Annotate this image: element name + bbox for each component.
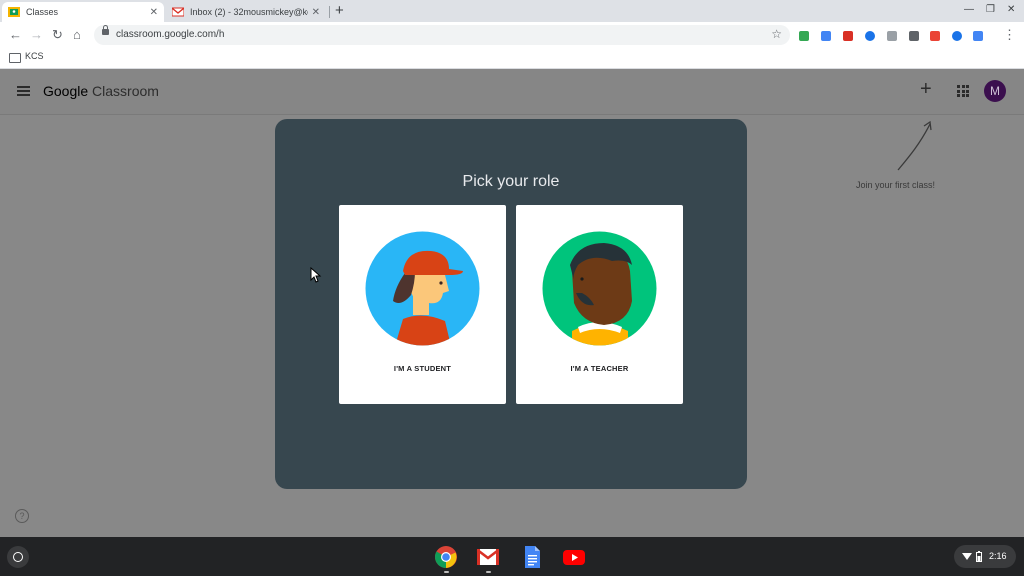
restore-icon[interactable]: ❐: [986, 4, 995, 15]
youtube-icon[interactable]: [562, 545, 586, 569]
bookmark-kcs[interactable]: KCS: [25, 51, 44, 61]
avatar[interactable]: M: [984, 80, 1006, 102]
student-role-card[interactable]: I'M A STUDENT: [339, 205, 506, 404]
new-tab-icon[interactable]: +: [335, 2, 344, 19]
logo-google: Google: [43, 83, 89, 99]
google-apps-icon[interactable]: [957, 85, 969, 97]
docs-icon[interactable]: [520, 545, 544, 569]
gmail-running-indicator: [486, 571, 491, 573]
hint-arrow-icon: [897, 120, 932, 171]
teacher-illustration: [542, 231, 657, 346]
join-class-hint: Join your first class!: [856, 180, 936, 190]
tab-divider: [329, 6, 330, 18]
bookmarks-bar: KCS: [0, 48, 1024, 69]
tab-title: Classes: [26, 7, 59, 17]
tab-classes[interactable]: Classes ✕: [2, 2, 164, 22]
drive-extension-icon[interactable]: [799, 31, 809, 41]
extension-icon[interactable]: [930, 31, 940, 41]
student-role-label: I'M A STUDENT: [393, 364, 452, 373]
battery-icon: [976, 551, 982, 562]
dialog-title: Pick your role: [462, 173, 560, 190]
extension-icon[interactable]: [821, 31, 831, 41]
tab-strip: Classes ✕ Inbox (2) - 32mousmickey@kent …: [0, 0, 1024, 22]
close-tab-icon[interactable]: ✕: [312, 7, 320, 18]
reload-icon[interactable]: ↻: [52, 27, 63, 43]
tab-inbox[interactable]: Inbox (2) - 32mousmickey@kent ✕: [166, 2, 326, 22]
bookmark-star-icon[interactable]: ☆: [771, 27, 782, 41]
shield-extension-icon[interactable]: [865, 31, 875, 41]
gmail-favicon-icon: [172, 7, 184, 17]
launcher-icon[interactable]: [7, 546, 29, 568]
tab-title: Inbox (2) - 32mousmickey@kent: [190, 7, 308, 17]
extension-icon[interactable]: [887, 31, 897, 41]
shield-extension-icon[interactable]: [952, 31, 962, 41]
main-menu-icon[interactable]: [17, 86, 30, 96]
browser-toolbar: ← → ↻ ⌂ classroom.google.com/h ☆ ⋮: [0, 22, 1024, 48]
student-illustration: [365, 231, 480, 346]
mouse-cursor-icon: [310, 267, 322, 283]
extension-icon[interactable]: [843, 31, 853, 41]
teacher-role-label: I'M A TEACHER: [570, 364, 629, 373]
forward-icon[interactable]: →: [30, 27, 43, 42]
home-icon[interactable]: ⌂: [73, 27, 81, 42]
status-tray[interactable]: 2:16: [954, 545, 1016, 568]
browser-menu-icon[interactable]: ⋮: [1003, 27, 1016, 43]
minimize-icon[interactable]: —: [964, 4, 974, 15]
clock-time: 2:16: [989, 551, 1007, 561]
close-window-icon[interactable]: ✕: [1007, 4, 1015, 15]
url-text: classroom.google.com/h: [116, 29, 225, 40]
back-icon[interactable]: ←: [9, 27, 22, 42]
help-icon[interactable]: ?: [15, 509, 29, 523]
extension-icon[interactable]: [909, 31, 919, 41]
chrome-icon[interactable]: [434, 545, 458, 569]
logo-product: Classroom: [92, 83, 159, 99]
address-bar[interactable]: classroom.google.com/h ☆: [94, 25, 790, 45]
lock-icon: [102, 25, 109, 35]
classroom-favicon-icon: [8, 7, 20, 17]
chrome-running-indicator: [444, 571, 449, 573]
extension-icon[interactable]: [973, 31, 983, 41]
add-class-icon[interactable]: +: [920, 78, 932, 101]
os-shelf: 2:16: [0, 537, 1024, 576]
classroom-logo[interactable]: Google Classroom: [43, 83, 159, 99]
gmail-icon[interactable]: [476, 545, 500, 569]
teacher-role-card[interactable]: I'M A TEACHER: [516, 205, 683, 404]
folder-icon: [9, 53, 21, 63]
app-header: Google Classroom + M: [0, 69, 1024, 115]
close-tab-icon[interactable]: ✕: [150, 7, 158, 18]
wifi-icon: [962, 553, 972, 560]
pick-role-dialog: Pick your role I'M A STUDENT I'M A TEACH…: [275, 119, 747, 489]
